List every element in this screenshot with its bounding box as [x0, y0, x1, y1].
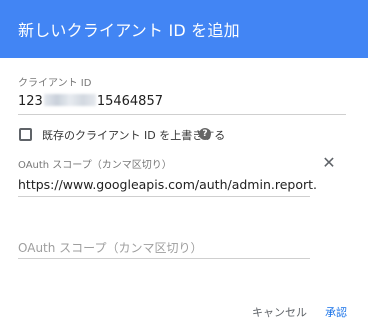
- oauth-scope-empty-underline: [18, 258, 310, 259]
- overwrite-checkbox[interactable]: [19, 128, 32, 141]
- client-id-prefix: 123: [18, 94, 43, 109]
- overwrite-checkbox-label[interactable]: 既存のクライアント ID を上書きする: [42, 127, 225, 143]
- client-id-field[interactable]: 123 15464857: [18, 94, 163, 109]
- help-circle-icon[interactable]: ?: [199, 128, 211, 140]
- add-client-id-dialog: 新しいクライアント ID を追加 クライアント ID 123 15464857 既…: [0, 0, 368, 331]
- client-id-suffix: 15464857: [96, 94, 163, 109]
- authorize-button[interactable]: 承認: [325, 304, 347, 320]
- dialog-header: 新しいクライアント ID を追加: [0, 0, 368, 58]
- oauth-scope-underline: [18, 196, 310, 197]
- oauth-scope-label: OAuth スコープ（カンマ区切り）: [18, 160, 172, 171]
- close-icon[interactable]: ✕: [321, 155, 337, 171]
- client-id-underline: [18, 114, 346, 115]
- client-id-label: クライアント ID: [18, 78, 92, 89]
- redacted-block: [43, 94, 96, 106]
- dialog-title: 新しいクライアント ID を追加: [18, 21, 240, 40]
- cancel-button[interactable]: キャンセル: [252, 304, 307, 320]
- oauth-scope-field[interactable]: https://www.googleapis.com/auth/admin.re…: [18, 177, 317, 192]
- oauth-scope-input-empty[interactable]: OAuth スコープ（カンマ区切り）: [18, 239, 202, 256]
